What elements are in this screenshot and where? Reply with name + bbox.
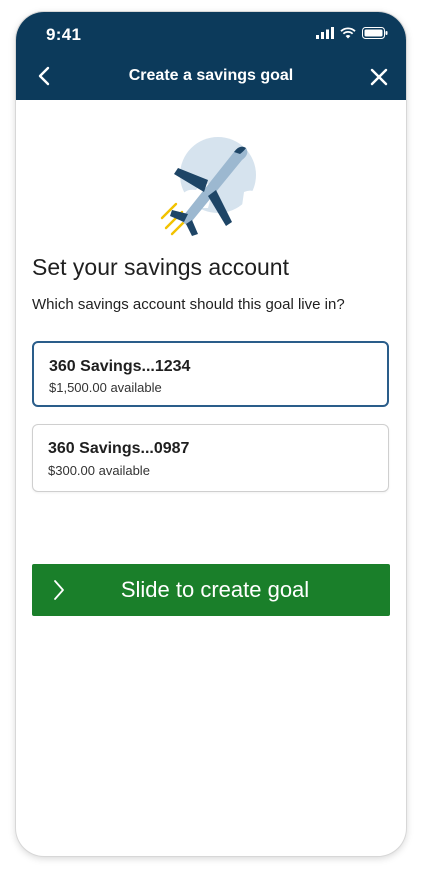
status-icons xyxy=(316,27,388,39)
account-name: 360 Savings...0987 xyxy=(48,440,190,457)
airplane-icon xyxy=(160,137,260,236)
battery-icon xyxy=(362,27,388,39)
account-balance: $1,500.00 available xyxy=(49,380,162,395)
account-balance: $300.00 available xyxy=(48,463,150,478)
signal-icon xyxy=(316,27,334,39)
slider-label: Slide to create goal xyxy=(120,577,310,602)
account-option-1234[interactable]: 360 Savings...1234 $1,500.00 available xyxy=(32,341,389,407)
section-heading: Set your savings account xyxy=(32,254,289,280)
account-option-0987[interactable]: 360 Savings...0987 $300.00 available xyxy=(32,424,389,492)
app-header: 9:41 Create a savings goal xyxy=(16,12,406,100)
account-name: 360 Savings...1234 xyxy=(49,358,191,375)
close-icon[interactable] xyxy=(368,66,390,88)
phone-screen: 9:41 Create a savings goal Set your savi… xyxy=(16,12,406,856)
wifi-icon xyxy=(340,27,356,39)
slide-to-create-goal[interactable]: Slide to create goal xyxy=(32,564,390,616)
status-time: 9:41 xyxy=(46,25,82,44)
page-title: Create a savings goal xyxy=(128,67,294,84)
section-subheading: Which savings account should this goal l… xyxy=(32,296,345,313)
